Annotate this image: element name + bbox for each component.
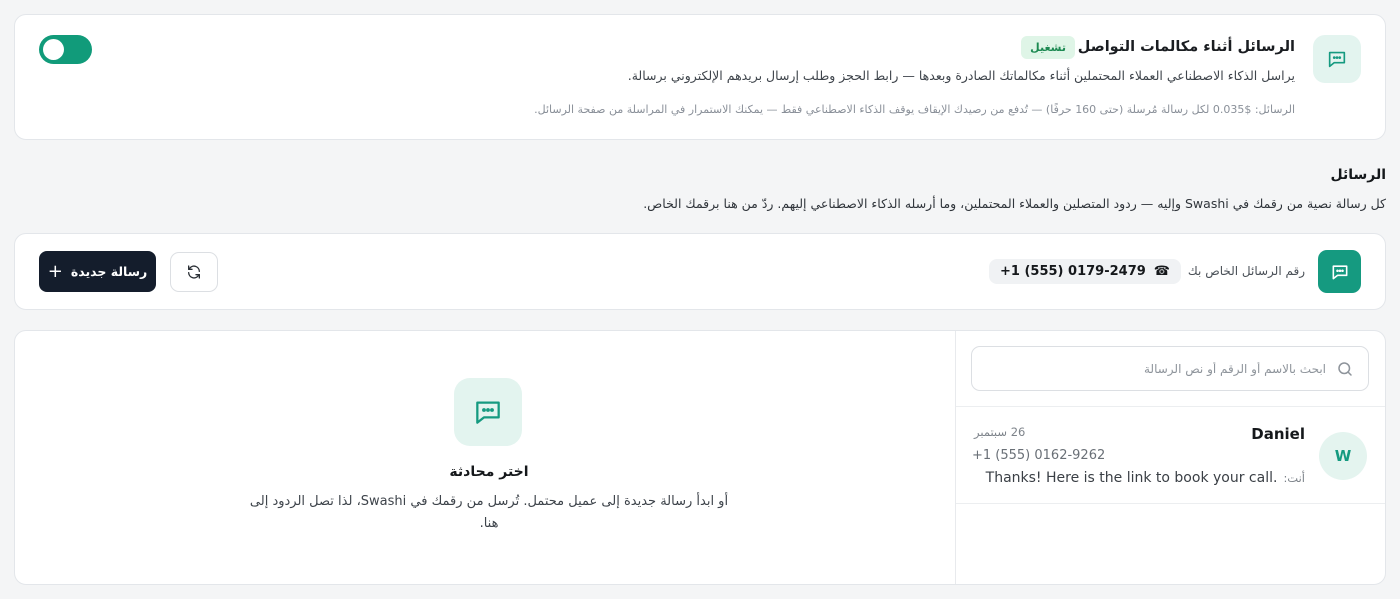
refresh-button[interactable] [170,252,218,292]
toggle-knob [43,39,64,60]
feature-title: الرسائل أثناء مكالمات التواصل [1077,39,1295,55]
messaging-number-bar: رقم الرسائل الخاص بك +1 (555) 0179-2479 … [14,233,1386,310]
new-message-label: رسالة جديدة [70,264,148,279]
empty-state-description: أو ابدأ رسالة جديدة إلى عميل محتمل. تُرس… [249,494,729,531]
preview-sender: أنت: [1283,471,1305,485]
phone-number-chip: +1 (555) 0179-2479 ☎ [989,259,1181,284]
pricing-note: الرسائل: $0.035 لكل رسالة مُرسلة (حتى 16… [534,103,1295,116]
messages-description: كل رسالة نصية من رقمك في Swashi وإليه — … [643,196,1386,211]
conversation-list-item[interactable]: W Daniel 26 سبتمبر +1 (555) 0162-9262 أن… [956,406,1385,504]
phone-number: +1 (555) 0179-2479 [1000,264,1146,279]
conversation-date: 26 سبتمبر [974,425,1026,439]
chat-bubble-icon [454,378,522,446]
contact-phone: +1 (555) 0162-9262 [972,448,1106,463]
search-box[interactable] [971,346,1369,391]
empty-state-title: اختر محادثة [449,464,529,480]
new-message-button[interactable]: رسالة جديدة + [39,251,156,292]
chat-bubble-icon [1318,250,1361,293]
messages-panel: W Daniel 26 سبتمبر +1 (555) 0162-9262 أن… [14,330,1386,585]
message-preview: أنت: Thanks! Here is the link to book yo… [986,470,1305,486]
phone-icon: ☎ [1153,264,1170,279]
messages-heading: الرسائل [1330,167,1386,183]
preview-text: Thanks! Here is the link to book your ca… [985,470,1278,486]
number-label: رقم الرسائل الخاص بك [1187,264,1305,278]
conversation-list-panel: W Daniel 26 سبتمبر +1 (555) 0162-9262 أن… [955,331,1385,584]
chat-bubble-icon [1313,35,1361,83]
ai-call-messaging-card: الرسائل أثناء مكالمات التواصل تشغيل يراس… [14,14,1386,140]
contact-name: Daniel [1251,425,1305,443]
feature-description: يراسل الذكاء الاصطناعي العملاء المحتملين… [627,68,1295,83]
avatar: W [1319,432,1367,480]
refresh-icon [188,265,200,279]
search-icon [1338,362,1352,376]
plus-icon: + [47,261,63,282]
search-input[interactable] [986,347,1326,390]
feature-toggle[interactable] [39,35,92,64]
status-badge: تشغيل [1021,36,1075,59]
